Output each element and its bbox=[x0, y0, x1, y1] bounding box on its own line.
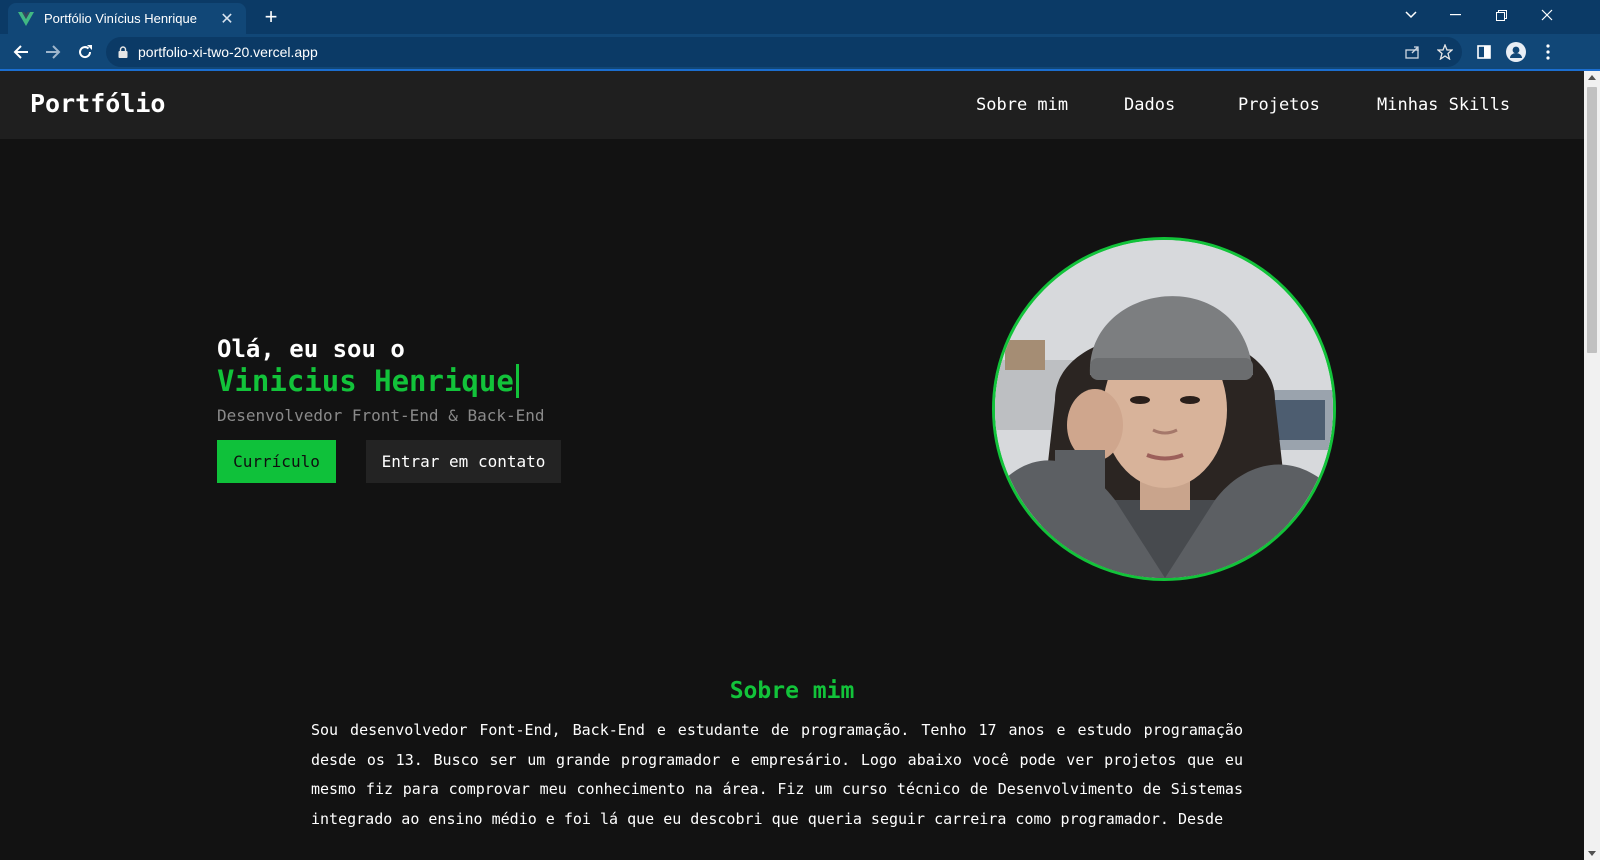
nav-link-projetos[interactable]: Projetos bbox=[1238, 95, 1320, 115]
nav-link-sobre-mim[interactable]: Sobre mim bbox=[976, 95, 1068, 115]
hero-name: Vinicius Henrique bbox=[217, 364, 519, 398]
lock-icon bbox=[118, 46, 128, 58]
address-bar[interactable]: portfolio-xi-two-20.vercel.app bbox=[106, 37, 1462, 67]
nav-link-dados[interactable]: Dados bbox=[1124, 95, 1175, 115]
about-title: Sobre mim bbox=[729, 678, 855, 704]
reload-icon[interactable] bbox=[72, 39, 98, 65]
curriculo-button[interactable]: Currículo bbox=[217, 440, 336, 483]
tab-search-icon[interactable] bbox=[1388, 0, 1434, 30]
hero-role: Desenvolvedor Front-End & Back-End bbox=[217, 406, 545, 425]
page-scrollbar[interactable] bbox=[1584, 71, 1600, 860]
share-icon[interactable] bbox=[1404, 43, 1422, 61]
page-viewport: Portfólio Sobre mim Dados Projetos Minha… bbox=[0, 71, 1584, 860]
browser-tab-strip: Portfólio Vinícius Henrique ✕ + bbox=[0, 0, 1600, 34]
forward-icon[interactable] bbox=[40, 39, 66, 65]
url-text: portfolio-xi-two-20.vercel.app bbox=[138, 44, 318, 60]
about-text: Sou desenvolvedor Font-End, Back-End e e… bbox=[311, 721, 1243, 828]
scroll-thumb[interactable] bbox=[1587, 87, 1597, 353]
site-logo[interactable]: Portfólio bbox=[30, 89, 165, 118]
restore-icon[interactable] bbox=[1478, 0, 1524, 30]
scroll-down-icon[interactable] bbox=[1588, 851, 1596, 856]
browser-tab[interactable]: Portfólio Vinícius Henrique ✕ bbox=[8, 3, 246, 34]
minimize-icon[interactable] bbox=[1432, 0, 1478, 30]
side-panel-icon[interactable] bbox=[1472, 40, 1496, 64]
bookmark-star-icon[interactable] bbox=[1436, 43, 1454, 61]
close-tab-icon[interactable]: ✕ bbox=[218, 9, 236, 29]
scroll-up-icon[interactable] bbox=[1588, 75, 1596, 80]
browser-toolbar: portfolio-xi-two-20.vercel.app bbox=[0, 34, 1600, 70]
contact-button[interactable]: Entrar em contato bbox=[366, 440, 561, 483]
vue-logo-icon bbox=[18, 11, 34, 26]
back-icon[interactable] bbox=[8, 39, 34, 65]
profile-photo bbox=[992, 237, 1336, 581]
tab-title: Portfólio Vinícius Henrique bbox=[44, 11, 197, 26]
close-window-icon[interactable] bbox=[1524, 0, 1570, 30]
menu-kebab-icon[interactable] bbox=[1536, 40, 1560, 64]
nav-link-minhas-skills[interactable]: Minhas Skills bbox=[1377, 95, 1510, 115]
new-tab-icon[interactable]: + bbox=[258, 4, 284, 30]
profile-avatar-icon[interactable] bbox=[1504, 40, 1528, 64]
hero-greeting: Olá, eu sou o bbox=[217, 335, 405, 363]
site-header: Portfólio Sobre mim Dados Projetos Minha… bbox=[0, 71, 1584, 139]
